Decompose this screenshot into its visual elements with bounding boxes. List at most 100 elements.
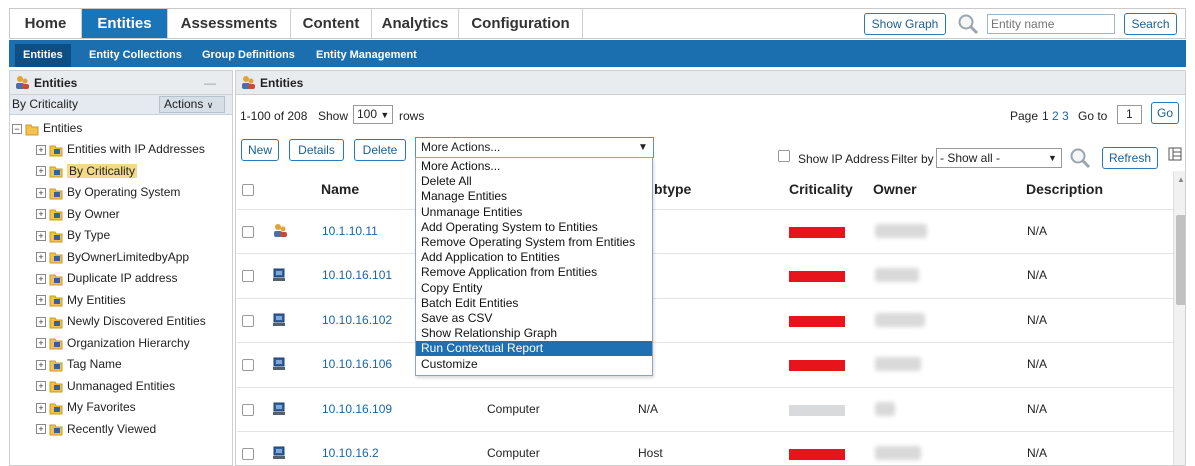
tree-item[interactable]: + Newly Discovered Entities <box>36 311 206 331</box>
page-link-2[interactable]: 2 <box>1052 109 1059 123</box>
tree-root-entities[interactable]: − Entities <box>12 118 82 138</box>
details-button[interactable]: Details <box>289 139 344 161</box>
scroll-up-icon[interactable]: ▲ <box>1177 175 1185 184</box>
column-header-description[interactable]: Description <box>1026 181 1103 197</box>
tree-item[interactable]: + My Entities <box>36 290 126 310</box>
row-checkbox[interactable] <box>242 270 254 283</box>
tree-item[interactable]: + Entities with IP Addresses <box>36 139 205 159</box>
tree-item[interactable]: + Organization Hierarchy <box>36 333 190 353</box>
tab-configuration[interactable]: Configuration <box>459 9 583 38</box>
filter-by-select[interactable]: - Show all - ▼ <box>936 148 1062 168</box>
more-actions-menu-item[interactable]: Copy Entity <box>416 281 652 296</box>
expand-icon[interactable]: + <box>36 359 46 370</box>
more-actions-menu-item[interactable]: Unmanage Entities <box>416 205 652 220</box>
actions-menu-button[interactable]: Actions ∨ <box>159 96 225 113</box>
entity-name-link[interactable]: 10.10.16.109 <box>322 402 392 416</box>
subtab-entity-management[interactable]: Entity Management <box>316 44 417 67</box>
expand-icon[interactable]: + <box>36 381 46 392</box>
go-button[interactable]: Go <box>1151 102 1179 124</box>
tree-item[interactable]: + Unmanaged Entities <box>36 376 175 396</box>
more-actions-menu-item[interactable]: Add Application to Entities <box>416 250 652 265</box>
tree-item[interactable]: + Recently Viewed <box>36 419 156 439</box>
search-icon[interactable] <box>1068 146 1092 173</box>
tab-entities[interactable]: Entities <box>82 9 168 38</box>
refresh-button[interactable]: Refresh <box>1102 147 1158 169</box>
more-actions-menu-item[interactable]: More Actions... <box>416 159 652 174</box>
select-all-checkbox[interactable] <box>242 184 254 196</box>
table-row[interactable]: 10.10.16.2 Computer Host N/A <box>237 431 1175 465</box>
minimize-panel-button[interactable]: — <box>204 71 216 95</box>
tree-filter-select[interactable]: By Criticality <box>12 97 78 111</box>
subtab-entity-collections[interactable]: Entity Collections <box>89 44 182 67</box>
more-actions-menu-item[interactable]: Show Relationship Graph <box>416 326 652 341</box>
column-header-name[interactable]: Name <box>321 181 359 197</box>
expand-icon[interactable]: + <box>36 230 46 241</box>
show-ip-address-checkbox[interactable] <box>778 150 790 162</box>
row-checkbox[interactable] <box>242 448 254 460</box>
scrollbar-thumb[interactable] <box>1176 215 1185 305</box>
more-actions-menu-item[interactable]: Delete All <box>416 174 652 189</box>
tree-item[interactable]: + By Owner <box>36 204 120 224</box>
row-checkbox[interactable] <box>242 314 254 327</box>
page-link-1[interactable]: 1 <box>1042 109 1049 123</box>
search-icon[interactable] <box>956 12 980 39</box>
tab-assessments[interactable]: Assessments <box>168 9 291 38</box>
more-actions-menu-item[interactable]: Remove Operating System from Entities <box>416 235 652 250</box>
more-actions-menu-item[interactable]: Remove Application from Entities <box>416 265 652 280</box>
tab-content[interactable]: Content <box>291 9 372 38</box>
row-checkbox[interactable] <box>242 226 254 238</box>
entity-name-link[interactable]: 10.10.16.106 <box>322 357 392 371</box>
entity-name-link[interactable]: 10.1.10.11 <box>322 224 378 238</box>
tree-item[interactable]: + By Criticality <box>36 161 138 181</box>
expand-icon[interactable]: + <box>36 424 46 435</box>
table-row[interactable]: 10.10.16.109 Computer N/A N/A <box>237 386 1175 431</box>
show-graph-button[interactable]: Show Graph <box>864 13 946 35</box>
tree-item[interactable]: + ByOwnerLimitedbyApp <box>36 247 189 267</box>
expand-icon[interactable]: + <box>36 166 46 177</box>
more-actions-menu-item[interactable]: Customize <box>416 357 652 372</box>
entity-name-link[interactable]: 10.10.16.102 <box>322 313 392 327</box>
column-header-owner[interactable]: Owner <box>873 181 917 197</box>
expand-icon[interactable]: + <box>36 187 46 198</box>
entity-name-link[interactable]: 10.10.16.2 <box>322 446 379 460</box>
table-row[interactable]: 10.1.10.11AN/A <box>237 209 1175 253</box>
tree-item[interactable]: + Duplicate IP address <box>36 268 178 288</box>
expand-icon[interactable]: + <box>36 209 46 220</box>
expand-icon[interactable]: + <box>36 295 46 306</box>
tree-item[interactable]: + My Favorites <box>36 397 136 417</box>
tree-item[interactable]: + By Operating System <box>36 182 180 202</box>
entity-name-search-input[interactable] <box>987 14 1115 34</box>
column-header-subtype[interactable]: btype <box>654 181 691 197</box>
column-settings-icon[interactable] <box>1168 147 1182 164</box>
tab-analytics[interactable]: Analytics <box>372 9 459 38</box>
expand-icon[interactable]: + <box>36 273 46 284</box>
tab-home[interactable]: Home <box>10 9 82 38</box>
row-checkbox[interactable] <box>242 359 254 372</box>
expand-icon[interactable]: + <box>36 252 46 263</box>
new-button[interactable]: New <box>241 139 279 161</box>
more-actions-menu-item[interactable]: Manage Entities <box>416 189 652 204</box>
more-actions-select[interactable]: More Actions... ▼ <box>415 137 654 158</box>
subtab-group-definitions[interactable]: Group Definitions <box>202 44 295 67</box>
more-actions-menu-item[interactable]: Save as CSV <box>416 311 652 326</box>
more-actions-menu-item[interactable]: Batch Edit Entities <box>416 296 652 311</box>
expand-icon[interactable]: + <box>36 402 46 413</box>
expand-icon[interactable]: + <box>36 338 46 349</box>
table-row[interactable]: 10.10.16.102AN/A <box>237 297 1175 342</box>
collapse-icon[interactable]: − <box>12 123 22 134</box>
expand-icon[interactable]: + <box>36 144 46 155</box>
row-checkbox[interactable] <box>242 403 254 416</box>
more-actions-menu-item[interactable]: Add Operating System to Entities <box>416 220 652 235</box>
column-header-criticality[interactable]: Criticality <box>789 181 853 197</box>
search-button[interactable]: Search <box>1124 13 1177 35</box>
expand-icon[interactable]: + <box>36 316 46 327</box>
tree-item[interactable]: + By Type <box>36 225 110 245</box>
page-link-3[interactable]: 3 <box>1062 109 1069 123</box>
goto-page-input[interactable]: 1 <box>1117 105 1142 124</box>
tree-item[interactable]: + Tag Name <box>36 354 122 374</box>
subtab-entities[interactable]: Entities <box>15 44 71 67</box>
table-row[interactable]: 10.10.16.106AN/A <box>237 342 1175 386</box>
table-row[interactable]: 10.10.16.101AN/A <box>237 253 1175 297</box>
entity-name-link[interactable]: 10.10.16.101 <box>322 268 392 282</box>
rows-per-page-select[interactable]: 100 ▼ <box>353 105 393 124</box>
